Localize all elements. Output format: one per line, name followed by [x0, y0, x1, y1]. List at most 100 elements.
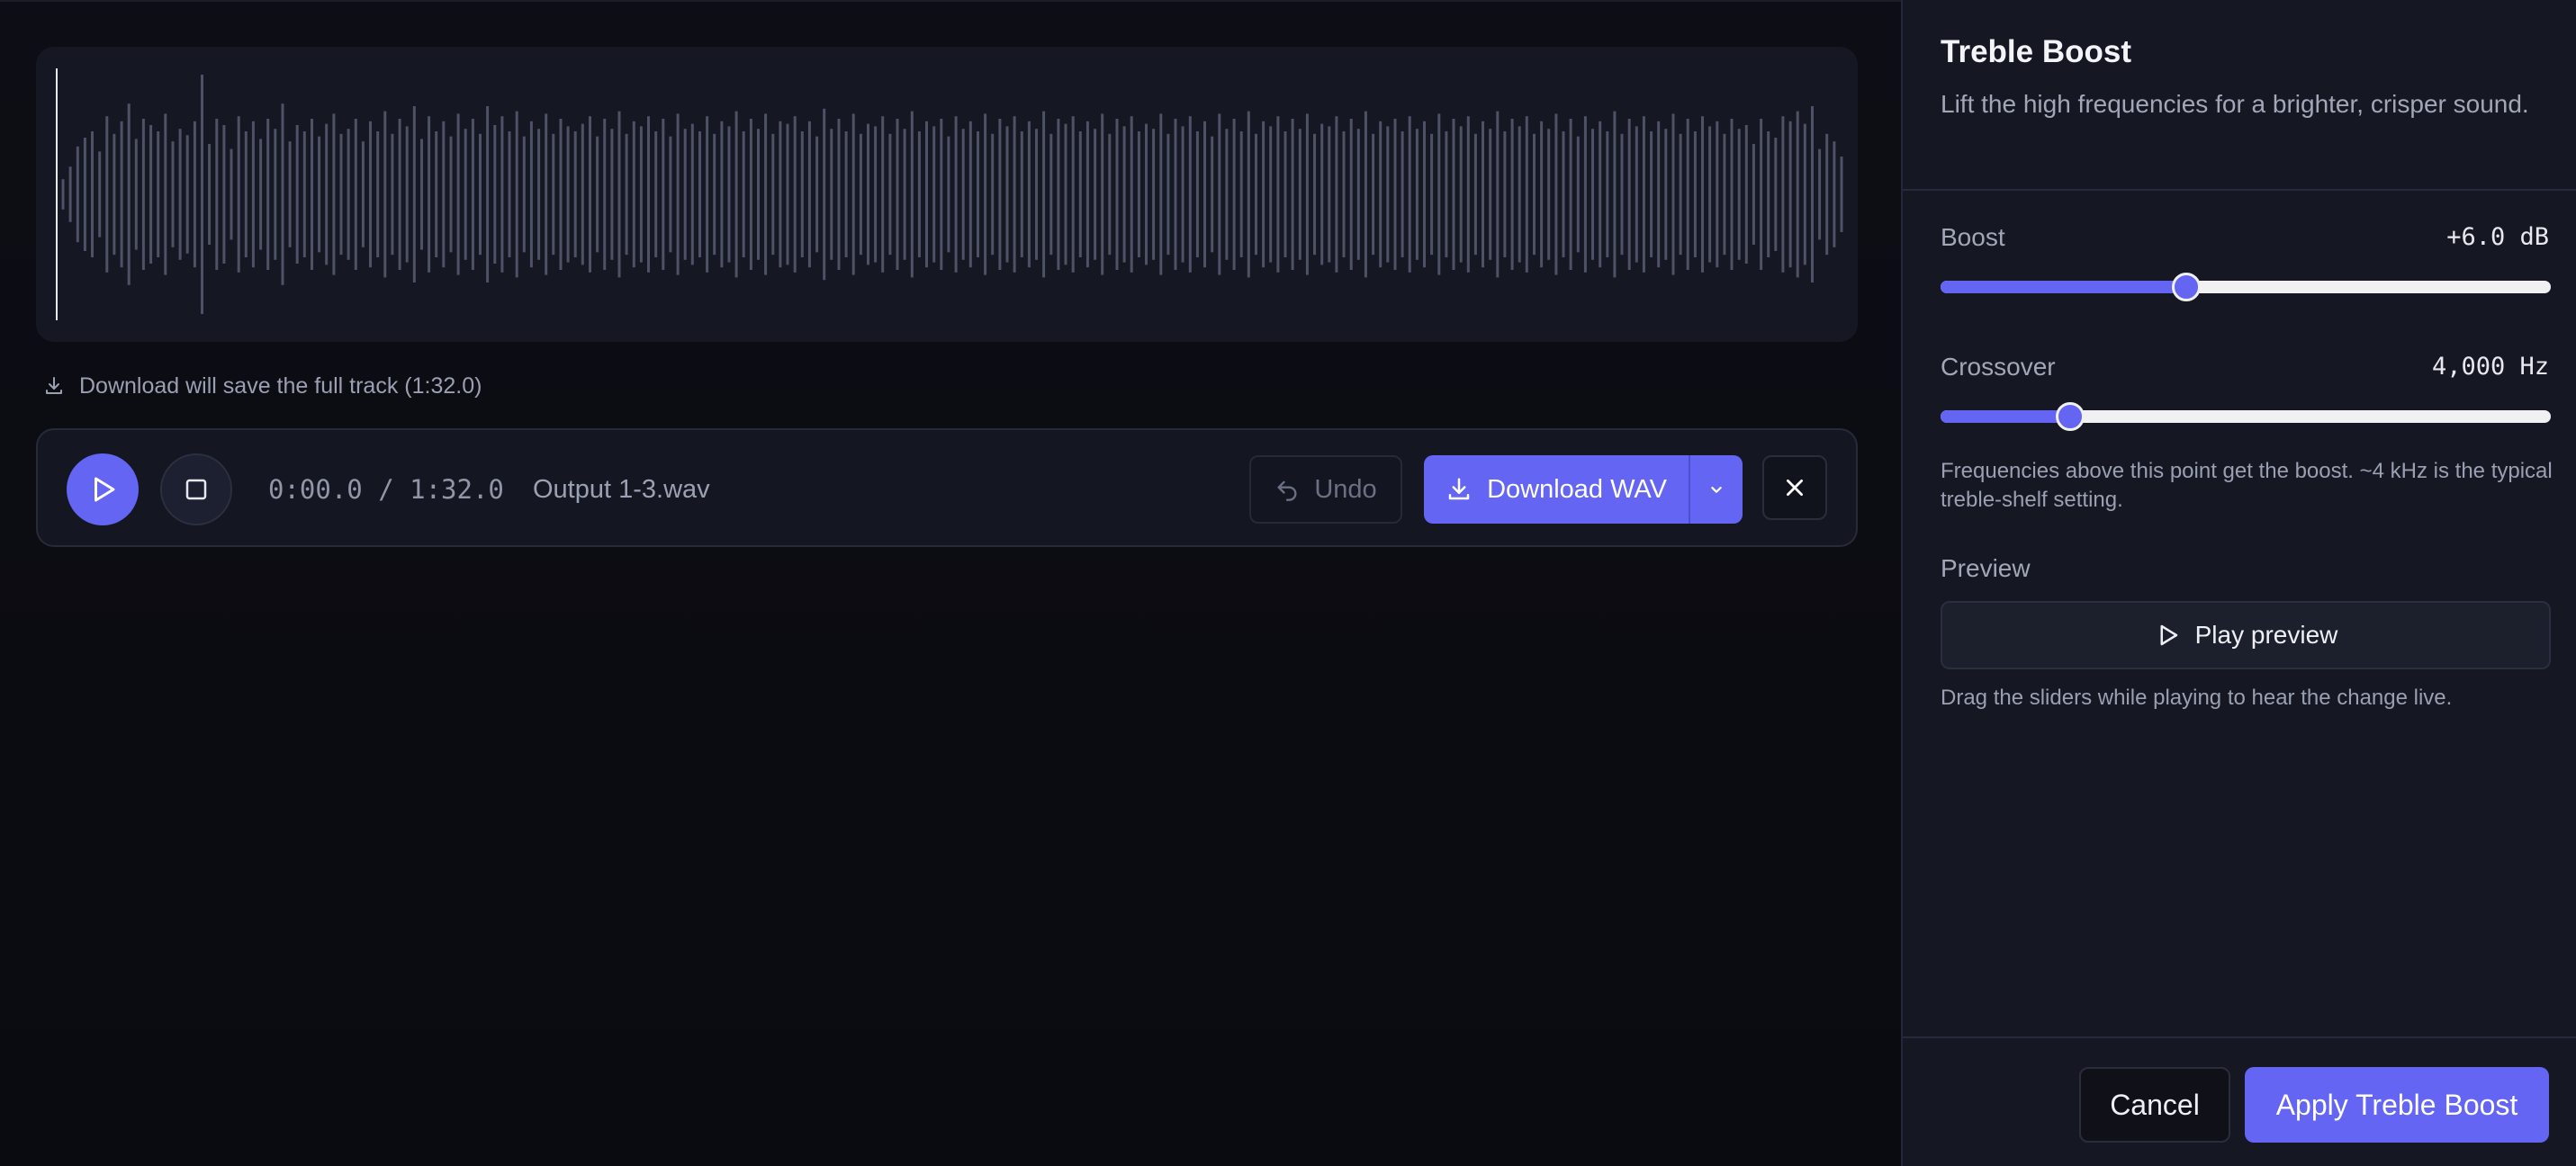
waveform-bar — [76, 146, 79, 243]
waveform-bar — [1642, 116, 1645, 273]
waveform-bar — [932, 126, 936, 263]
waveform-bar — [625, 133, 628, 256]
waveform-bar — [149, 125, 153, 264]
slider-thumb[interactable] — [2056, 402, 2085, 431]
waveform-bar — [442, 121, 446, 268]
waveform-bar — [596, 136, 599, 253]
waveform-bar — [164, 113, 167, 275]
waveform-bar — [786, 123, 789, 265]
waveform-bar — [1686, 119, 1689, 270]
download-icon — [46, 377, 62, 394]
waveform-bar — [1130, 116, 1133, 273]
waveform-bar — [1430, 133, 1434, 256]
panel-subtitle: Lift the high frequencies for a brighter… — [1941, 90, 2529, 118]
waveform-bar — [1554, 113, 1558, 275]
playhead[interactable] — [56, 68, 58, 320]
waveform-bar — [178, 129, 182, 260]
waveform-bar — [1811, 106, 1814, 283]
waveform-bar — [720, 121, 724, 268]
waveform-bar — [1085, 121, 1089, 268]
waveform-bar — [1664, 129, 1668, 260]
waveform-bar — [1788, 121, 1792, 268]
waveform-bar — [274, 129, 277, 260]
waveform-bar — [793, 116, 797, 273]
waveform-bar — [639, 126, 643, 263]
waveform-bar — [1122, 126, 1126, 263]
stop-button[interactable] — [160, 453, 232, 525]
waveform-bar — [1701, 116, 1704, 273]
waveform-bar — [1298, 129, 1302, 260]
waveform-bar — [1767, 131, 1770, 257]
waveform-bar — [1583, 116, 1587, 273]
waveform-bar — [311, 119, 313, 270]
waveform-bar — [1774, 138, 1778, 251]
download-note-text: Download will save the full track (1:32.… — [79, 372, 482, 399]
boost-slider[interactable] — [1941, 272, 2551, 302]
waveform-bar — [215, 119, 219, 270]
cancel-button[interactable]: Cancel — [2079, 1067, 2230, 1143]
close-button[interactable] — [1762, 455, 1827, 520]
waveform-bar — [859, 133, 862, 256]
waveform-bar — [1049, 133, 1053, 256]
waveform-bar — [1693, 131, 1697, 257]
waveform-bar — [844, 131, 848, 257]
waveform-bar — [1291, 119, 1294, 270]
waveform-bar — [713, 133, 716, 256]
preview-label: Preview — [1941, 554, 2031, 582]
waveform-bar — [1401, 131, 1404, 257]
waveform-bar — [479, 133, 482, 256]
waveform-bar — [954, 116, 958, 273]
waveform-bar — [867, 123, 869, 265]
download-button[interactable]: Download WAV — [1424, 455, 1689, 524]
waveform-bar — [1708, 126, 1712, 263]
chevron-down-icon — [1711, 487, 1722, 493]
waveform-bar — [779, 121, 782, 268]
waveform-bar — [98, 151, 102, 238]
waveform-bar — [522, 136, 526, 253]
undo-button[interactable]: Undo — [1249, 455, 1402, 524]
play-icon — [2160, 624, 2177, 646]
waveform-bar — [1657, 121, 1661, 268]
waveform-bar — [800, 131, 804, 257]
boost-value: +6.0 dB — [2446, 223, 2549, 251]
play-preview-button[interactable]: Play preview — [1941, 601, 2551, 669]
waveform-bar — [193, 121, 196, 268]
waveform-bar — [1752, 144, 1755, 245]
waveform-bar — [617, 111, 621, 278]
waveform-bar — [589, 116, 591, 273]
download-label: Download WAV — [1487, 474, 1667, 504]
waveform-bar — [1716, 121, 1719, 268]
waveform-bar — [1247, 111, 1250, 278]
apply-button[interactable]: Apply Treble Boost — [2245, 1067, 2549, 1143]
waveform-bar — [1005, 126, 1009, 263]
waveform-bar — [1071, 116, 1075, 273]
download-note: Download will save the full track (1:32.… — [43, 369, 482, 403]
waveform-bar — [1744, 125, 1748, 264]
waveform-bar — [1342, 131, 1346, 257]
waveform-bar — [896, 119, 899, 270]
waveform-bar — [1232, 119, 1236, 270]
waveform[interactable] — [36, 47, 1858, 342]
waveform-bar — [529, 121, 533, 268]
waveform-bar — [1723, 133, 1726, 256]
waveform-bar — [449, 136, 453, 253]
waveform-bar — [823, 108, 826, 281]
close-icon — [1787, 480, 1803, 496]
waveform-bar — [237, 116, 240, 273]
waveform-bar — [1188, 116, 1192, 273]
boost-label: Boost — [1941, 223, 2005, 251]
waveform-bar — [669, 136, 672, 253]
waveform-bar — [1569, 119, 1572, 270]
play-icon — [95, 477, 115, 502]
waveform-bar — [581, 123, 584, 265]
download-options-button[interactable] — [1690, 455, 1743, 524]
waveform-bar — [1335, 116, 1338, 273]
slider-thumb[interactable] — [2172, 273, 2202, 301]
waveform-bar — [1445, 131, 1448, 257]
crossover-slider[interactable] — [1941, 401, 2551, 432]
waveform-bar — [1064, 123, 1067, 265]
waveform-bar — [244, 131, 248, 257]
waveform-panel[interactable] — [36, 47, 1858, 342]
play-button[interactable] — [67, 453, 139, 525]
waveform-bar — [683, 129, 687, 260]
